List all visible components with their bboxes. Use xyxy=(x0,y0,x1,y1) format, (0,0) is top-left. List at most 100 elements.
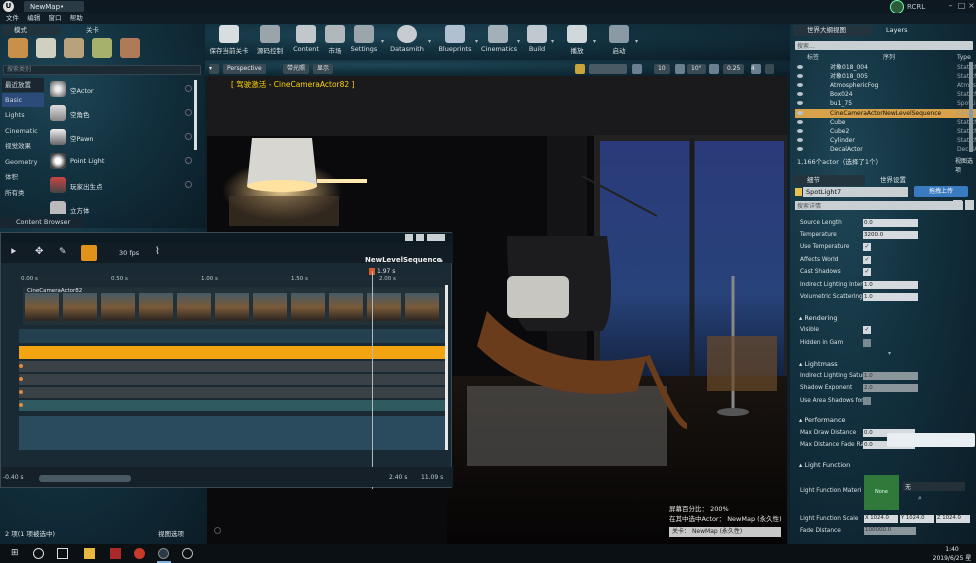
lf-scale-y-field[interactable]: Y 1024.0 xyxy=(900,515,934,523)
col-type[interactable]: Type xyxy=(957,53,971,62)
build-button[interactable]: Build xyxy=(525,25,549,59)
outliner-view-options[interactable]: 视图选项 xyxy=(955,156,976,174)
eye-icon[interactable] xyxy=(797,65,803,69)
browser-icon[interactable] xyxy=(134,548,145,559)
tab-level[interactable]: 关卡 xyxy=(86,25,116,35)
rot-snap-icon[interactable] xyxy=(675,64,685,74)
place-item-empty-character[interactable]: 空角色 xyxy=(48,104,198,124)
outliner-scrollbar[interactable] xyxy=(969,62,973,152)
place-item-player-start[interactable]: 玩家出生点 xyxy=(48,176,198,196)
outliner-row[interactable]: 对象018_005 StaticM xyxy=(795,72,976,81)
place-item-empty-pawn[interactable]: 空Pawn xyxy=(48,128,198,148)
help-icon[interactable] xyxy=(185,157,192,164)
shadow-exponent-field[interactable]: 2.0 xyxy=(863,384,918,392)
eye-icon[interactable] xyxy=(797,119,803,124)
tab-world-settings[interactable]: 世界设置 xyxy=(870,175,930,186)
section-performance[interactable]: ▴ Performance xyxy=(795,415,976,425)
outliner-row[interactable]: Cylinder StaticM xyxy=(795,136,976,145)
paint-mode-icon[interactable] xyxy=(36,38,56,58)
lock-icon[interactable]: 🔒︎ xyxy=(439,256,443,265)
track-row[interactable] xyxy=(19,329,447,343)
expand-arrow-icon[interactable]: ▾ xyxy=(888,350,891,357)
scale-snap-icon[interactable] xyxy=(709,64,719,74)
outliner-row[interactable]: AtmosphericFog Atmosph xyxy=(795,81,976,90)
eye-icon[interactable] xyxy=(797,74,803,79)
seq-minimize-button[interactable] xyxy=(405,234,413,241)
geometry-mode-icon[interactable] xyxy=(120,38,140,58)
outliner-row[interactable]: bu1_75 SpotLi xyxy=(795,99,976,108)
browse-icon[interactable]: ⌕ xyxy=(918,494,922,503)
transform-track[interactable] xyxy=(19,361,447,372)
source-control-button[interactable]: 源码控制 xyxy=(253,25,287,59)
lf-scale-z-field[interactable]: Z 1024.0 xyxy=(936,515,970,523)
col-seq[interactable]: 序列 xyxy=(883,53,895,62)
lf-material-thumbnail[interactable]: None xyxy=(864,475,899,510)
save-current-level-button[interactable]: 保存当前关卡 xyxy=(207,25,251,59)
transform-track[interactable] xyxy=(19,387,447,398)
map-tab[interactable]: NewMap• xyxy=(24,1,84,12)
modes-search-input[interactable]: 搜索类别 xyxy=(3,65,201,75)
ime-toolbar[interactable] xyxy=(887,433,975,447)
menu-window[interactable]: 窗口 xyxy=(48,13,61,24)
modes-scrollbar[interactable] xyxy=(194,80,197,150)
task-view-icon[interactable] xyxy=(57,548,68,559)
scale-snap-value[interactable]: 0.25 xyxy=(723,64,745,74)
close-button[interactable]: × xyxy=(967,1,976,10)
eye-icon[interactable] xyxy=(797,137,803,142)
keyframe[interactable] xyxy=(19,364,23,368)
viewport-menu-icon[interactable]: ▾ xyxy=(209,64,219,74)
playhead-line[interactable] xyxy=(372,271,373,489)
menu-help[interactable]: 帮助 xyxy=(70,13,83,24)
eye-icon[interactable] xyxy=(797,101,803,106)
outliner-row[interactable]: DecalActor DecalA xyxy=(795,145,976,154)
category-lights[interactable]: Lights xyxy=(2,108,44,122)
actor-name-field[interactable]: SpotLight7 xyxy=(803,187,908,197)
category-visual-effects[interactable]: 视觉效果 xyxy=(2,139,44,153)
category-geometry[interactable]: Geometry xyxy=(2,155,44,169)
prop-value-field[interactable]: 3200.0 xyxy=(863,231,918,239)
eye-icon[interactable] xyxy=(797,83,803,88)
camera-track-bar[interactable] xyxy=(19,346,447,359)
seq-close-button[interactable] xyxy=(427,234,445,241)
show-button[interactable]: 显示 xyxy=(313,64,334,74)
seq-scrollbar[interactable] xyxy=(445,285,448,450)
tab-modes[interactable]: 模式 xyxy=(2,25,60,35)
tab-details[interactable]: 细节 xyxy=(793,175,865,186)
transport-icon[interactable]: ⯈ xyxy=(9,247,17,258)
windows-start-icon[interactable]: ⊞ xyxy=(11,548,22,559)
key-icon[interactable]: ✎ xyxy=(59,247,67,257)
transform-icon[interactable] xyxy=(575,64,585,74)
search-icon[interactable] xyxy=(33,548,44,559)
play-button[interactable]: 播放 xyxy=(565,25,589,59)
settings-button[interactable]: Settings xyxy=(349,25,379,59)
lit-button[interactable]: 带光照 xyxy=(283,64,310,74)
outliner-row[interactable]: Box024 StaticM xyxy=(795,90,976,99)
fade-distance-field[interactable]: 100000.0 xyxy=(864,527,916,535)
content-button[interactable]: Content xyxy=(291,25,321,59)
help-icon[interactable] xyxy=(185,181,192,188)
seq-maximize-button[interactable] xyxy=(416,234,424,241)
eye-icon[interactable] xyxy=(797,92,803,97)
snap-icon[interactable] xyxy=(81,245,97,261)
lf-material-dropdown[interactable]: 无 xyxy=(903,482,965,491)
unity-icon[interactable] xyxy=(182,548,193,559)
cb-view-options[interactable]: 视图选项 xyxy=(158,528,184,538)
outliner-row[interactable]: Cube2 StaticM xyxy=(795,127,976,136)
place-item-cube[interactable]: 立方体 xyxy=(48,200,198,214)
eye-icon[interactable] xyxy=(797,146,803,151)
col-label[interactable]: 标签 xyxy=(807,53,819,62)
place-mode-icon[interactable] xyxy=(8,38,28,58)
timeline-ruler[interactable]: 0.00 s 0.50 s 1.00 s 1.50 s 2.00 s xyxy=(19,275,447,285)
app-icon[interactable] xyxy=(110,548,121,559)
landscape-mode-icon[interactable] xyxy=(64,38,84,58)
timeline-scroll-thumb[interactable] xyxy=(39,475,131,482)
perspective-button[interactable]: Perspective xyxy=(223,64,266,74)
foliage-mode-icon[interactable] xyxy=(92,38,112,58)
outliner-search-input[interactable]: 搜索... xyxy=(795,41,973,50)
prop-value-field[interactable]: 1.0 xyxy=(863,281,918,289)
details-search-input[interactable]: 搜索详情 xyxy=(795,201,963,210)
help-icon[interactable] xyxy=(185,85,192,92)
cinematics-dropdown-icon[interactable]: ▾ xyxy=(517,38,520,45)
place-item-point-light[interactable]: Point Light xyxy=(48,152,198,172)
help-icon[interactable] xyxy=(185,109,192,116)
